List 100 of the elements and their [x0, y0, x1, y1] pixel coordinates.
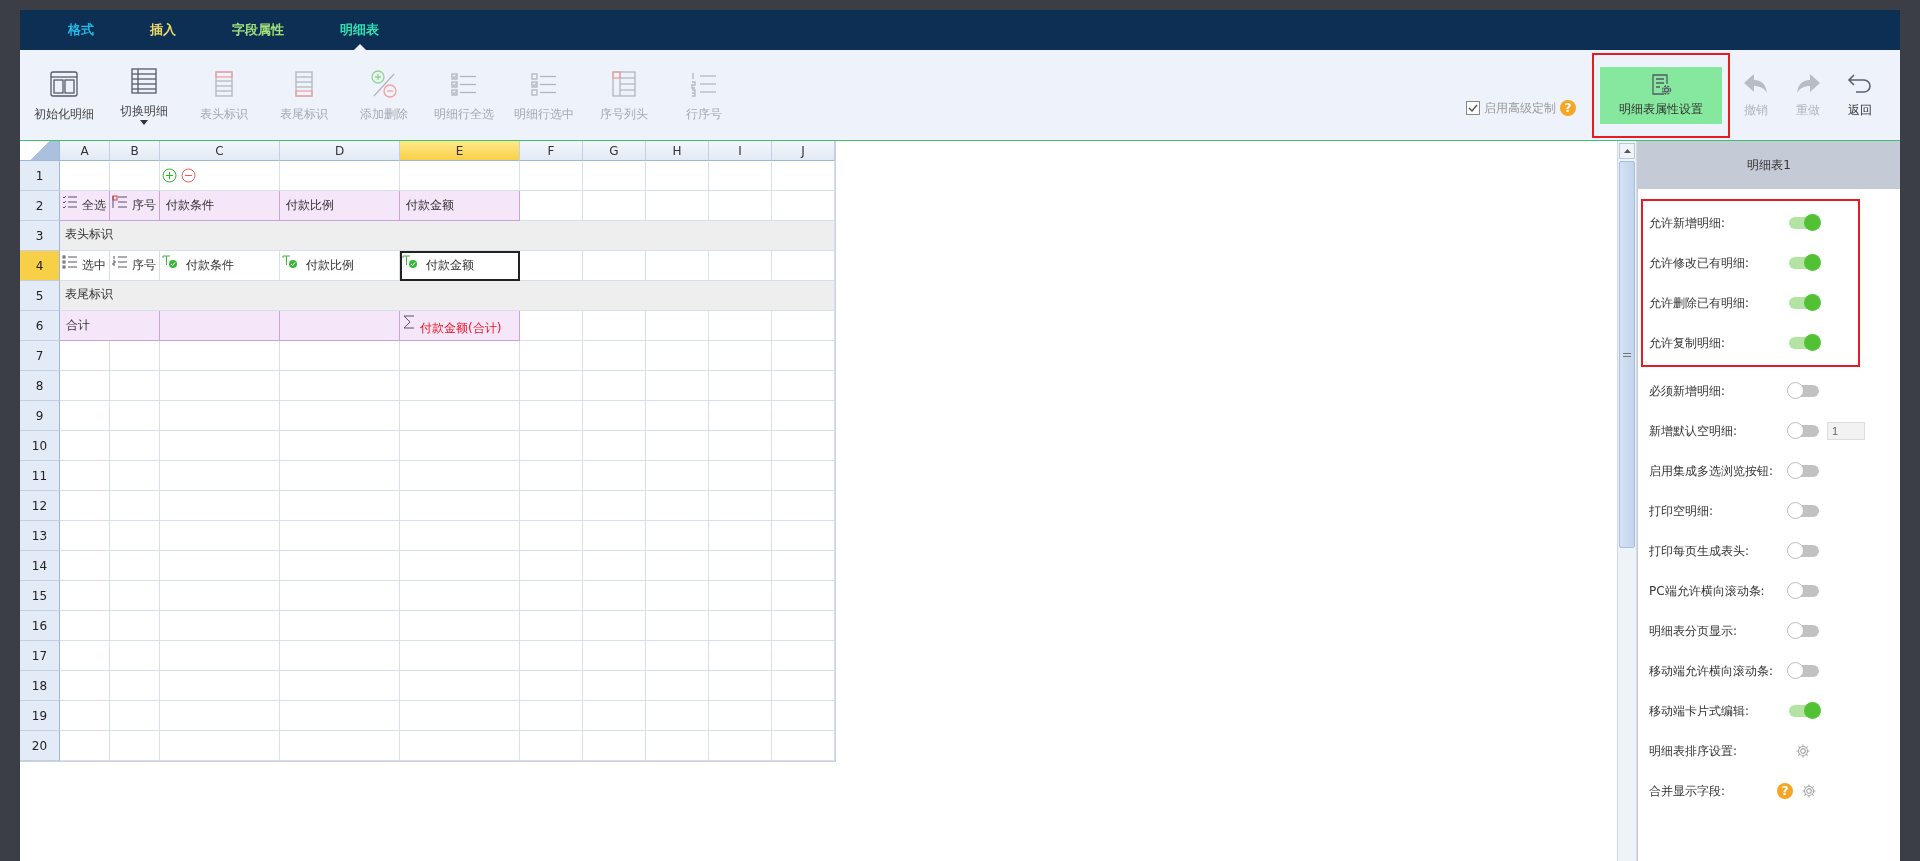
table-cell: 付款比例	[280, 191, 400, 221]
grid-cell	[646, 251, 709, 281]
column-header[interactable]: E	[400, 141, 520, 161]
row-header[interactable]: 17	[20, 641, 60, 671]
row-header[interactable]: 16	[20, 611, 60, 641]
row-header[interactable]: 13	[20, 521, 60, 551]
add-icon[interactable]	[162, 168, 177, 183]
grid-cell	[709, 251, 772, 281]
toggle-switch[interactable]	[1789, 217, 1819, 229]
row-header[interactable]: 15	[20, 581, 60, 611]
grid-cell	[772, 611, 835, 641]
grid-cell	[520, 641, 583, 671]
toolbar-button[interactable]: 返回	[1834, 60, 1886, 130]
grid-cell	[60, 701, 110, 731]
toggle-switch[interactable]	[1789, 585, 1819, 597]
grid-cell	[709, 461, 772, 491]
table-cell: 序号	[110, 251, 160, 281]
row-header[interactable]: 20	[20, 731, 60, 761]
grid-cell	[646, 551, 709, 581]
column-header[interactable]: A	[60, 141, 110, 161]
grid-cell	[709, 401, 772, 431]
grid-cell	[110, 401, 160, 431]
grid-cell	[60, 671, 110, 701]
tab[interactable]: 插入	[122, 10, 204, 50]
column-header[interactable]: F	[520, 141, 583, 161]
grid-cell	[772, 701, 835, 731]
grid-cell	[520, 461, 583, 491]
select-all-corner[interactable]	[20, 141, 60, 161]
toggle-switch[interactable]	[1789, 337, 1819, 349]
toggle-switch[interactable]	[1789, 665, 1819, 677]
table-cell: 全选	[60, 191, 110, 221]
toggle-switch[interactable]	[1789, 625, 1819, 637]
row-header[interactable]: 6	[20, 311, 60, 341]
column-header[interactable]: J	[772, 141, 835, 161]
number-field[interactable]: 1	[1827, 422, 1865, 440]
row-header[interactable]: 2	[20, 191, 60, 221]
column-header[interactable]: D	[280, 141, 400, 161]
row-header[interactable]: 9	[20, 401, 60, 431]
setting-label: 新增默认空明细:	[1649, 422, 1738, 440]
grid-cell	[709, 521, 772, 551]
sum-icon	[402, 314, 416, 330]
column-header[interactable]: I	[709, 141, 772, 161]
row-header[interactable]: 11	[20, 461, 60, 491]
grid-cell	[709, 611, 772, 641]
setting-label: 移动端卡片式编辑:	[1649, 702, 1750, 720]
tab[interactable]: 字段属性	[204, 10, 312, 50]
grid-cell	[520, 191, 583, 221]
checklist-icon	[62, 194, 78, 209]
row-header[interactable]: 5	[20, 281, 60, 311]
grid-cell	[520, 401, 583, 431]
arrow-up-icon[interactable]	[1623, 149, 1631, 153]
settings-icon[interactable]	[1795, 743, 1811, 759]
toolbar-button[interactable]: 切换明细	[104, 55, 184, 135]
toggle-switch[interactable]	[1789, 705, 1819, 717]
grip-icon[interactable]	[1623, 352, 1631, 357]
toggle-switch[interactable]	[1789, 257, 1819, 269]
grid-cell	[646, 611, 709, 641]
grid-cell	[583, 491, 646, 521]
toggle-switch[interactable]	[1789, 425, 1819, 437]
grid-cell	[520, 491, 583, 521]
setting-label: 明细表排序设置:	[1649, 742, 1738, 760]
numbered-list-icon	[112, 254, 128, 269]
checklist-icon	[62, 254, 78, 269]
grid-cell	[709, 671, 772, 701]
grid-cell	[60, 401, 110, 431]
tab[interactable]: 格式	[40, 10, 122, 50]
row-header[interactable]: 8	[20, 371, 60, 401]
settings-icon[interactable]	[1801, 783, 1817, 799]
toggle-switch[interactable]	[1789, 385, 1819, 397]
grid-cell	[646, 371, 709, 401]
row-header[interactable]: 1	[20, 161, 60, 191]
row-header[interactable]: 18	[20, 671, 60, 701]
toggle-switch[interactable]	[1789, 505, 1819, 517]
row-header[interactable]: 19	[20, 701, 60, 731]
checkbox[interactable]	[1466, 101, 1480, 115]
grid-cell	[110, 641, 160, 671]
row-header[interactable]: 3	[20, 221, 60, 251]
row-header[interactable]: 14	[20, 551, 60, 581]
column-header[interactable]: G	[583, 141, 646, 161]
grid-cell	[772, 161, 835, 191]
column-header[interactable]: B	[110, 141, 160, 161]
scrollbar[interactable]	[1617, 141, 1637, 861]
toolbar-button[interactable]: 初始化明细	[24, 55, 104, 135]
row-header[interactable]: 10	[20, 431, 60, 461]
row-header[interactable]: 7	[20, 341, 60, 371]
grid-cell	[646, 311, 709, 341]
grid-cell	[646, 581, 709, 611]
grid-cell	[583, 461, 646, 491]
remove-icon[interactable]	[181, 168, 196, 183]
column-header[interactable]: C	[160, 141, 280, 161]
row-header[interactable]: 4	[20, 251, 60, 281]
toggle-switch[interactable]	[1789, 465, 1819, 477]
table-icon	[128, 65, 160, 97]
toggle-switch[interactable]	[1789, 545, 1819, 557]
toggle-switch[interactable]	[1789, 297, 1819, 309]
table-settings-button[interactable]: 明细表属性设置	[1600, 66, 1722, 124]
grid-cell	[772, 311, 835, 341]
column-header[interactable]: H	[646, 141, 709, 161]
row-header[interactable]: 12	[20, 491, 60, 521]
grid-cell	[583, 521, 646, 551]
